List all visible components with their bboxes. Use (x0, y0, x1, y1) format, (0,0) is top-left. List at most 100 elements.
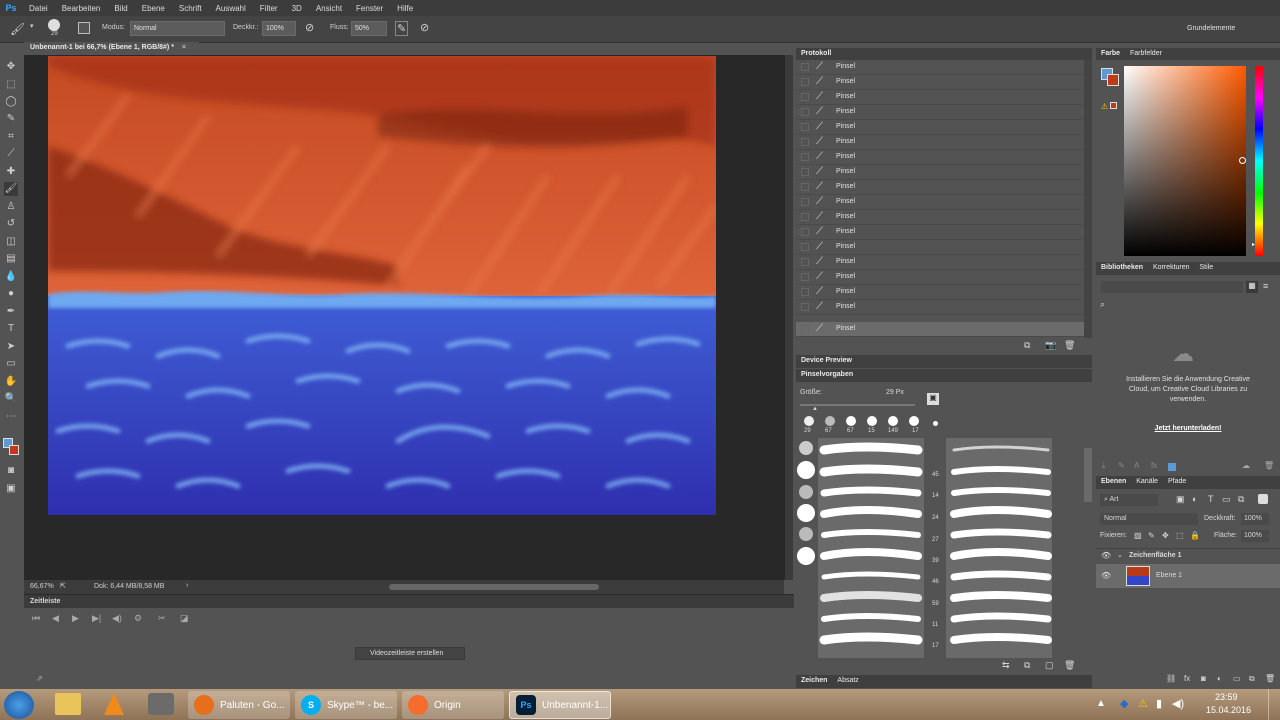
add-color-icon[interactable] (1168, 463, 1176, 471)
workspace-select[interactable]: Grundelemente (1183, 21, 1268, 36)
crop-tool-icon[interactable]: ⌗ (4, 130, 18, 144)
preset-tip[interactable] (846, 416, 856, 426)
size-value[interactable]: 29 Px (886, 389, 904, 396)
menu-schrift[interactable]: Schrift (172, 4, 209, 13)
taskbar-window-skype[interactable]: S Skype™ - be... (295, 691, 397, 719)
close-tab-icon[interactable]: × (182, 44, 186, 51)
panel-background-swatch[interactable] (1107, 74, 1119, 86)
taskbar-window-photoshop[interactable]: Ps Unbenannt-1... (509, 691, 611, 719)
history-item[interactable]: ⟋ Pinsel (796, 300, 1084, 315)
horizontal-scrollbar[interactable] (389, 584, 599, 590)
gradient-tool-icon[interactable]: ▤ (4, 252, 18, 266)
artwork-canvas[interactable] (48, 56, 716, 515)
tray-network-icon[interactable]: ▮ (1156, 697, 1162, 710)
link-layers-icon[interactable]: ⛓ (1166, 674, 1176, 683)
expand-chevron-icon[interactable]: ⌄ (1117, 551, 1123, 559)
history-item-selected[interactable]: ⟋ Pinsel (796, 322, 1084, 337)
filter-toggle-icon[interactable] (1258, 494, 1268, 504)
visibility-eye-icon[interactable]: 👁 (1101, 551, 1111, 560)
type-tool-icon[interactable]: T (4, 322, 18, 336)
hue-slider[interactable] (1255, 66, 1263, 256)
history-item[interactable]: ⟋ Pinsel (796, 150, 1084, 165)
menu-ansicht[interactable]: Ansicht (309, 4, 349, 13)
tab-zeichen[interactable]: Zeichen (801, 677, 827, 684)
menu-bild[interactable]: Bild (107, 4, 134, 13)
layer-fx-icon[interactable]: fx (1184, 674, 1190, 683)
tool-app-icon[interactable] (148, 693, 174, 715)
new-brush-preset-icon[interactable]: ⧉ (1024, 660, 1030, 671)
tab-absatz[interactable]: Absatz (837, 677, 858, 684)
sync-icon[interactable]: ☁ (1242, 461, 1250, 470)
history-item[interactable]: ⟋ Pinsel (796, 165, 1084, 180)
history-item[interactable]: ⟋ Pinsel (796, 270, 1084, 285)
filter-type-icon[interactable]: T (1208, 494, 1214, 504)
history-item[interactable]: ⟋ Pinsel (796, 210, 1084, 225)
tab-pfade[interactable]: Pfade (1168, 478, 1186, 485)
show-desktop-button[interactable] (1268, 689, 1280, 720)
shape-tool-icon[interactable]: ▭ (4, 357, 18, 371)
menu-filter[interactable]: Filter (253, 4, 285, 13)
color-picker-cursor[interactable] (1239, 157, 1246, 164)
gamut-warning-icon[interactable]: ⚠ (1101, 102, 1108, 111)
add-text-style-icon[interactable]: A (1134, 461, 1139, 470)
history-item[interactable]: ⟋ Pinsel (796, 75, 1084, 90)
layer-blend-mode-select[interactable]: Normal (1100, 513, 1198, 525)
menu-auswahl[interactable]: Auswahl (209, 4, 253, 13)
history-item[interactable]: ⟋ Pinsel (796, 60, 1084, 75)
pen-tool-icon[interactable]: ✒ (4, 305, 18, 319)
menu-hilfe[interactable]: Hilfe (390, 4, 420, 13)
tab-korrekturen[interactable]: Korrekturen (1153, 264, 1190, 271)
path-select-tool-icon[interactable]: ➤ (4, 340, 18, 354)
status-menu-arrow-icon[interactable]: › (186, 582, 188, 589)
play-icon[interactable]: ▶ (72, 613, 79, 624)
marquee-tool-icon[interactable]: ⬚ (4, 78, 18, 92)
create-video-timeline-button[interactable]: Videozeitleiste erstellen (355, 647, 465, 660)
lock-position-icon[interactable]: ✥ (1162, 531, 1169, 540)
lock-pixels-icon[interactable]: ✎ (1148, 531, 1155, 540)
menu-bearbeiten[interactable]: Bearbeiten (55, 4, 108, 13)
new-document-icon[interactable]: ⧉ (1024, 340, 1030, 351)
healing-tool-icon[interactable]: ✚ (4, 165, 18, 179)
library-search-icon[interactable]: ⌕ (1100, 299, 1105, 310)
more-tools-icon[interactable]: ⋯ (4, 410, 18, 424)
taskbar-window-firefox[interactable]: Paluten - Go... (188, 691, 290, 719)
quick-select-tool-icon[interactable]: ✎ (4, 112, 18, 126)
quick-mask-icon[interactable]: ◙ (4, 464, 18, 478)
audio-icon[interactable]: ◀) (112, 613, 122, 624)
filter-shape-icon[interactable]: ▭ (1222, 494, 1231, 505)
first-frame-icon[interactable]: ⏮ (32, 613, 40, 624)
history-item[interactable]: ⟋ Pinsel (796, 180, 1084, 195)
new-preset-icon[interactable]: ▣ (927, 393, 939, 405)
canvas-area[interactable] (24, 55, 787, 580)
pressure-size-icon[interactable]: ⊘ (420, 21, 429, 34)
history-item[interactable]: ⟋ Pinsel (796, 120, 1084, 135)
web-color-swatch[interactable] (1110, 102, 1117, 109)
new-layer-icon[interactable]: ⧉ (1249, 674, 1255, 684)
tab-stile[interactable]: Stile (1200, 264, 1214, 271)
tray-warning-icon[interactable]: ⚠ (1138, 697, 1148, 710)
layer-row-selected[interactable]: 👁 Ebene 1 (1096, 564, 1280, 588)
brush-panel-toggle-icon[interactable] (78, 22, 90, 34)
previous-frame-icon[interactable]: ◀ (52, 613, 59, 624)
photoshop-logo[interactable]: Ps (0, 0, 22, 16)
preset-tip[interactable] (804, 416, 814, 426)
export-icon[interactable]: ⇱ (60, 582, 66, 590)
artboard-row[interactable]: 👁 ⌄ Zeichenfläche 1 (1096, 548, 1280, 563)
layer-filter-select[interactable]: ⌕ Art (1100, 494, 1158, 506)
clock-date[interactable]: 15.04.2016 (1206, 705, 1251, 715)
filter-smart-icon[interactable]: ⧉ (1238, 494, 1244, 505)
lock-artboard-icon[interactable]: ⬚ (1176, 531, 1184, 540)
lock-transparency-icon[interactable]: ▨ (1134, 531, 1142, 540)
menu-ebene[interactable]: Ebene (135, 4, 172, 13)
tab-farbe[interactable]: Farbe (1101, 50, 1120, 57)
preset-tip[interactable] (825, 416, 835, 426)
color-field[interactable] (1124, 66, 1246, 256)
tab-farbfelder[interactable]: Farbfelder (1130, 50, 1162, 57)
tab-bibliotheken[interactable]: Bibliotheken (1101, 264, 1143, 271)
library-trash-icon[interactable]: 🗑 (1264, 461, 1274, 470)
preset-tip[interactable] (909, 416, 919, 426)
brush-stroke-grid[interactable] (796, 438, 1084, 660)
delete-layer-icon[interactable]: 🗑 (1265, 674, 1275, 683)
document-tab[interactable]: Unbenannt-1 bei 66,7% (Ebene 1, RGB/8#) … (24, 42, 199, 55)
menu-3d[interactable]: 3D (285, 4, 309, 13)
